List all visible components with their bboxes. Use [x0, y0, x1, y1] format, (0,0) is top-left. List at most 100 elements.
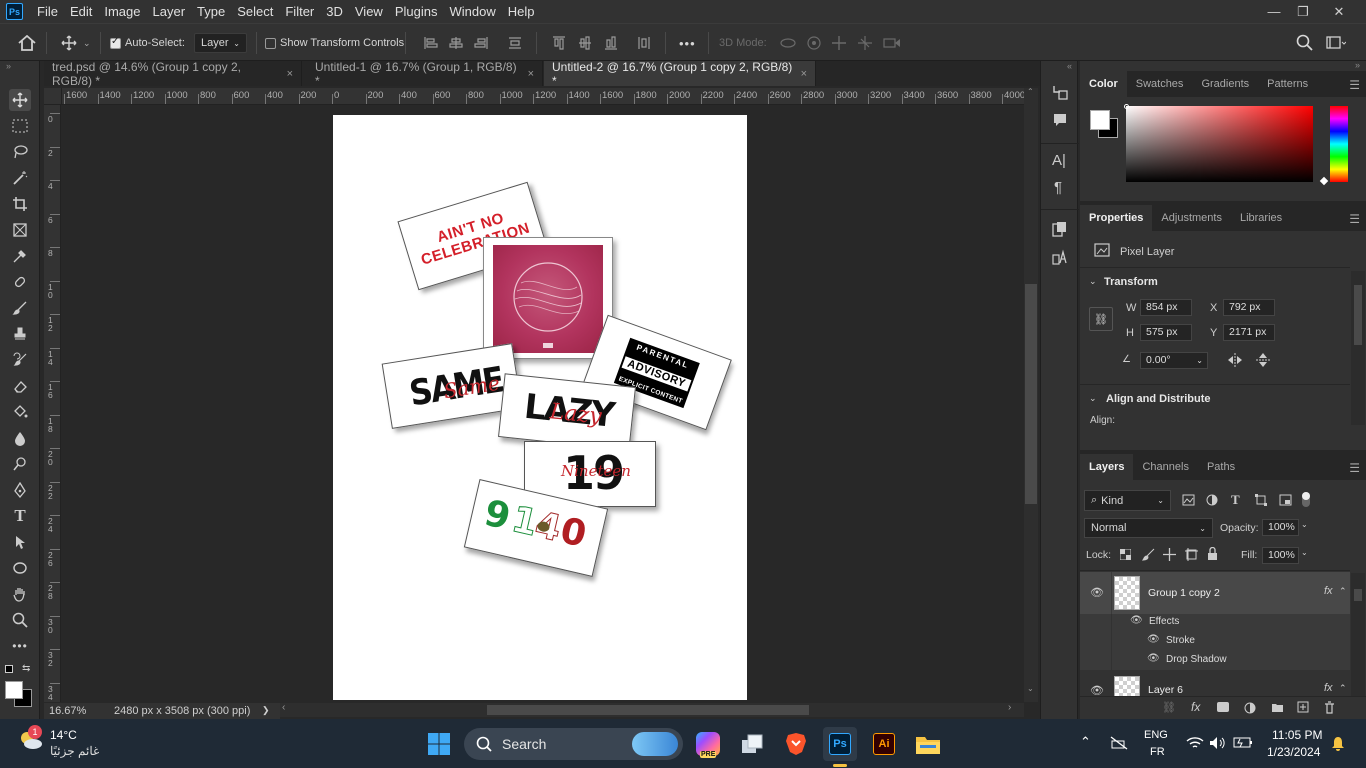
add-style-icon[interactable]: fx — [1191, 700, 1200, 714]
lasso-tool-icon[interactable] — [9, 141, 31, 163]
magic-wand-tool-icon[interactable] — [9, 167, 31, 189]
angle-field[interactable]: 0.00° ⌄ — [1140, 352, 1208, 369]
tab-channels[interactable]: Channels — [1133, 454, 1197, 480]
language-bottom[interactable]: FR — [1150, 746, 1165, 758]
paint-bucket-tool-icon[interactable] — [9, 401, 31, 423]
tab-libraries[interactable]: Libraries — [1231, 205, 1291, 231]
lock-position-icon[interactable] — [1163, 548, 1176, 561]
battery-icon[interactable] — [1233, 736, 1253, 749]
color-field[interactable] — [1126, 106, 1313, 182]
menu-window[interactable]: Window — [443, 0, 501, 23]
flip-horizontal-icon[interactable] — [1227, 353, 1243, 367]
type-tool-icon[interactable]: T — [9, 505, 31, 527]
frame-tool-icon[interactable] — [9, 219, 31, 241]
panel-menu-icon[interactable]: ☰ — [1349, 78, 1360, 92]
layer-name[interactable]: Layer 6 — [1148, 684, 1183, 696]
new-layer-icon[interactable] — [1297, 701, 1309, 713]
more-tools-icon[interactable]: ••• — [9, 635, 31, 657]
history-brush-tool-icon[interactable] — [9, 349, 31, 371]
scroll-left-icon[interactable]: ‹ — [282, 702, 285, 713]
panel-menu-icon[interactable]: ☰ — [1349, 461, 1360, 475]
home-icon[interactable] — [18, 24, 36, 62]
scroll-down-icon[interactable]: ⌄ — [1027, 684, 1034, 693]
filter-shape-icon[interactable] — [1255, 494, 1267, 506]
character-styles-icon[interactable] — [1052, 221, 1068, 237]
align-middle-icon[interactable] — [578, 36, 592, 50]
move-tool-icon[interactable]: ⌄ — [61, 24, 91, 62]
language-top[interactable]: ENG — [1144, 729, 1168, 741]
search-icon[interactable] — [1296, 34, 1313, 51]
properties-scrollbar[interactable] — [1351, 271, 1365, 425]
width-field[interactable]: 854 px — [1140, 299, 1192, 316]
menu-view[interactable]: View — [349, 0, 389, 23]
align-left-icon[interactable] — [424, 36, 438, 50]
slide-3d-icon[interactable] — [857, 35, 873, 51]
close-button[interactable]: ✕ — [1322, 0, 1356, 23]
ruler-corner[interactable] — [44, 88, 62, 105]
volume-icon[interactable] — [1209, 736, 1225, 750]
weather-description[interactable]: غائم جزئيًا — [50, 744, 99, 758]
visibility-eye-icon[interactable]: 👁 — [1147, 653, 1160, 664]
layers-scrollbar[interactable] — [1351, 573, 1365, 696]
align-section-title[interactable]: Align and Distribute — [1106, 393, 1211, 405]
filter-pixel-icon[interactable] — [1182, 494, 1195, 506]
filter-toggle[interactable] — [1302, 492, 1310, 507]
status-menu-arrow-icon[interactable]: ❯ — [262, 705, 270, 716]
dodge-tool-icon[interactable] — [9, 453, 31, 475]
layer-row-group-1-copy-2[interactable]: 👁 Group 1 copy 2 fx ⌃ — [1080, 572, 1350, 614]
lock-all-icon[interactable] — [1207, 547, 1218, 561]
collapse-arrows-icon[interactable]: « — [1067, 61, 1072, 71]
camera-3d-icon[interactable] — [883, 35, 901, 51]
marquee-tool-icon[interactable] — [9, 115, 31, 137]
wifi-icon[interactable] — [1186, 736, 1204, 750]
add-mask-icon[interactable] — [1217, 702, 1229, 712]
layer-row-layer-6[interactable]: 👁 Layer 6 fx ⌃ — [1080, 672, 1350, 696]
transform-section-title[interactable]: Transform — [1104, 276, 1158, 288]
distribute-horizontal-icon[interactable] — [637, 36, 651, 50]
document-canvas[interactable]: AIN'T NO CELEBRATION PARENTAL ADVISORY E… — [333, 115, 747, 700]
close-icon[interactable]: × — [287, 68, 293, 80]
show-transform-checkbox[interactable]: Show Transform Controls — [265, 24, 404, 62]
workspace-icon[interactable] — [1326, 35, 1346, 51]
tab-paths[interactable]: Paths — [1198, 454, 1244, 480]
blur-tool-icon[interactable] — [9, 427, 31, 449]
close-icon[interactable]: × — [528, 68, 534, 80]
healing-brush-tool-icon[interactable] — [9, 271, 31, 293]
menu-filter[interactable]: Filter — [279, 0, 320, 23]
visibility-eye-icon[interactable]: 👁 — [1090, 684, 1104, 696]
layers-scroll-thumb[interactable] — [1354, 589, 1362, 601]
layer-filter-kind[interactable]: ⌕ Kind ⌄ — [1084, 490, 1171, 511]
tab-patterns[interactable]: Patterns — [1258, 71, 1317, 97]
effect-stroke[interactable]: Stroke — [1166, 635, 1195, 646]
collapse-arrows-icon[interactable]: » — [6, 61, 11, 71]
scroll-right-icon[interactable]: › — [1008, 702, 1011, 713]
pen-tool-icon[interactable] — [9, 479, 31, 501]
distribute-vertical-icon[interactable] — [508, 36, 522, 50]
close-icon[interactable]: × — [801, 68, 807, 80]
tab-tred[interactable]: tred.psd @ 14.6% (Group 1 copy 2, RGB/8)… — [44, 60, 302, 88]
layer-dropdown[interactable]: Layer ⌄ — [194, 24, 247, 62]
start-button[interactable] — [422, 727, 456, 761]
new-adjustment-layer-icon[interactable] — [1244, 702, 1256, 714]
brush-tool-icon[interactable] — [9, 297, 31, 319]
blend-mode-dropdown[interactable]: Normal ⌄ — [1084, 518, 1213, 538]
photoshop-taskbar-icon[interactable]: Ps — [823, 727, 857, 767]
character-icon[interactable]: A| — [1052, 152, 1066, 169]
sticker-album-cover[interactable] — [483, 237, 613, 359]
chevron-down-icon[interactable]: ⌄ — [1301, 548, 1308, 557]
chevron-down-icon[interactable]: ⌄ — [1089, 276, 1097, 287]
copilot-app-icon[interactable]: PRE — [691, 727, 725, 761]
taskbar-search-box[interactable]: Search — [464, 728, 683, 760]
collapse-effects-icon[interactable]: ⌃ — [1339, 586, 1347, 597]
foreground-color-swatch[interactable] — [1090, 110, 1110, 130]
swap-colors-icon[interactable]: ⇆ — [22, 663, 30, 674]
eraser-tool-icon[interactable] — [9, 375, 31, 397]
color-picker-handle[interactable] — [1124, 104, 1129, 109]
file-explorer-icon[interactable] — [911, 727, 945, 761]
eyedropper-tool-icon[interactable] — [9, 245, 31, 267]
opacity-field[interactable]: 100% — [1262, 519, 1299, 536]
horizontal-ruler[interactable]: 1600 1400 1200 1000 800 600 400 200 0 200 400 600 80… — [62, 88, 1024, 105]
sticker-lazy[interactable]: LAZY Lazy — [498, 373, 636, 451]
drag-3d-icon[interactable] — [831, 35, 847, 51]
hand-tool-icon[interactable] — [9, 583, 31, 605]
